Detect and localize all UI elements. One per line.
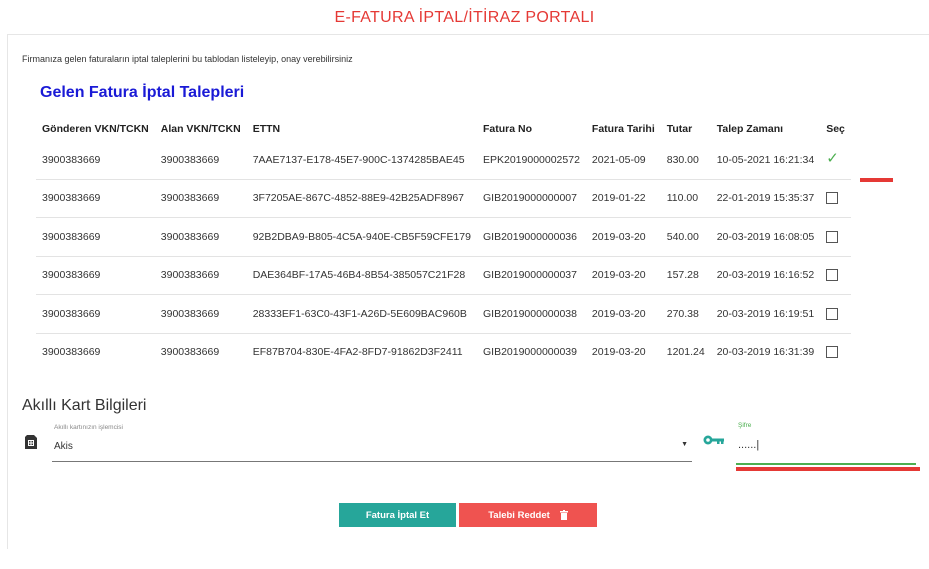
column-header: Seç xyxy=(826,123,845,135)
request-time-cell: 22-01-2019 15:35:37 xyxy=(710,178,821,218)
select-cell[interactable] xyxy=(820,178,851,218)
invoice-date-cell: 2019-01-22 xyxy=(585,178,661,218)
requests-table: Gönderen VKN/TCKN Alan VKN/TCKN ETTN Fat… xyxy=(36,117,851,371)
checkbox-icon[interactable] xyxy=(826,230,839,243)
ettn-cell: EF87B704-830E-4FA2-8FD7-91862D3F2411 xyxy=(246,332,477,371)
column-header: Fatura No xyxy=(482,123,532,135)
chevron-down-icon: ▼ xyxy=(681,441,688,448)
request-time-cell: 20-03-2019 16:08:05 xyxy=(710,217,821,256)
password-field[interactable]: Şifre ......| xyxy=(736,421,916,465)
amount-cell: 110.00 xyxy=(660,178,711,218)
password-label: Şifre xyxy=(738,422,752,429)
cancel-invoice-button[interactable]: Fatura İptal Et xyxy=(339,503,456,527)
invoice-date-cell: 2019-03-20 xyxy=(585,332,661,371)
invoice-no-cell: GIB2019000000036 xyxy=(476,217,586,256)
amount-cell: 1201.24 xyxy=(660,332,711,371)
processor-select[interactable]: Akıllı kartınızın işlemcisi Akis ▼ xyxy=(52,421,692,462)
select-cell[interactable] xyxy=(820,332,851,371)
key-icon xyxy=(703,435,724,445)
intro-text: Firmanıza gelen faturaların iptal talepl… xyxy=(22,54,353,64)
checkbox-icon[interactable] xyxy=(826,307,839,320)
trash-icon xyxy=(559,510,568,520)
table-row[interactable]: 3900383669 3900383669 3F7205AE-867C-4852-8… xyxy=(36,178,851,218)
select-cell[interactable] xyxy=(820,217,851,256)
receiver-vkn-cell: 3900383669 xyxy=(154,255,247,295)
section-title: Gelen Fatura İptal Talepleri xyxy=(40,84,245,101)
ettn-cell: 28333EF1-63C0-43F1-A26D-5E609BAC960B xyxy=(246,294,477,333)
request-time-cell: 20-03-2019 16:19:51 xyxy=(710,294,821,333)
table-row[interactable]: 3900383669 3900383669 7AAE7137-E178-45E7-9… xyxy=(36,141,851,179)
cancel-invoice-label: Fatura İptal Et xyxy=(365,509,430,521)
password-input[interactable]: ......| xyxy=(738,439,759,451)
amount-cell: 830.00 xyxy=(666,153,699,166)
table-row[interactable]: 3900383669 3900383669 28333EF1-63C0-43F1-A… xyxy=(36,294,851,333)
invoice-no-cell: GIB2019000000039 xyxy=(476,332,586,371)
select-cell[interactable] xyxy=(820,255,851,295)
receiver-vkn-cell: 3900383669 xyxy=(154,217,247,256)
sender-vkn-cell: 3900383669 xyxy=(36,294,155,333)
checkbox-icon[interactable] xyxy=(826,192,839,205)
highlight-underline-select xyxy=(860,178,893,182)
processor-value: Akis xyxy=(54,441,73,452)
receiver-vkn-cell: 3900383669 xyxy=(160,153,220,166)
reject-request-button[interactable]: Talebi Reddet xyxy=(459,503,597,527)
table-row[interactable]: 3900383669 3900383669 EF87B704-830E-4FA2-8… xyxy=(36,332,851,371)
ettn-cell: 3F7205AE-867C-4852-88E9-42B25ADF8967 xyxy=(246,178,477,218)
sender-vkn-cell: 3900383669 xyxy=(36,217,155,256)
column-header: ETTN xyxy=(252,123,281,135)
receiver-vkn-cell: 3900383669 xyxy=(154,332,247,371)
amount-cell: 270.38 xyxy=(660,294,711,333)
table-row[interactable]: 3900383669 3900383669 DAE364BF-17A5-46B4-8… xyxy=(36,255,851,295)
invoice-no-cell: GIB2019000000007 xyxy=(476,178,586,218)
amount-cell: 157.28 xyxy=(660,255,711,295)
sender-vkn-cell: 3900383669 xyxy=(36,178,155,218)
sender-vkn-cell: 3900383669 xyxy=(36,255,155,295)
column-header: Fatura Tarihi xyxy=(591,123,655,135)
invoice-no-cell: EPK2019000002572 xyxy=(482,153,580,166)
checkmark-icon[interactable]: ✓ xyxy=(826,150,839,167)
column-header: Alan VKN/TCKN xyxy=(160,123,241,135)
table-row[interactable]: 3900383669 3900383669 92B2DBA9-B805-4C5A-9… xyxy=(36,217,851,256)
invoice-date-cell: 2019-03-20 xyxy=(585,294,661,333)
receiver-vkn-cell: 3900383669 xyxy=(154,178,247,218)
sender-vkn-cell: 3900383669 xyxy=(36,332,155,371)
receiver-vkn-cell: 3900383669 xyxy=(154,294,247,333)
invoice-no-cell: GIB2019000000038 xyxy=(476,294,586,333)
highlight-underline-password xyxy=(736,467,920,471)
ettn-cell: 7AAE7137-E178-45E7-900C-1374285BAE45 xyxy=(252,153,465,166)
select-cell[interactable]: ✓ xyxy=(820,141,851,179)
column-header: Talep Zamanı xyxy=(716,123,784,135)
checkbox-icon[interactable] xyxy=(826,269,839,282)
invoice-no-cell: GIB2019000000037 xyxy=(476,255,586,295)
invoice-date-cell: 2019-03-20 xyxy=(585,255,661,295)
column-header: Gönderen VKN/TCKN xyxy=(42,123,149,135)
portal-title: E-FATURA İPTAL/İTİRAZ PORTALI xyxy=(334,9,595,26)
invoice-date-cell: 2021-05-09 xyxy=(591,153,646,166)
ettn-cell: DAE364BF-17A5-46B4-8B54-385057C21F28 xyxy=(246,255,477,295)
processor-label: Akıllı kartınızın işlemcisi xyxy=(54,424,123,431)
amount-cell: 540.00 xyxy=(660,217,711,256)
request-time-cell: 10-05-2021 16:21:34 xyxy=(716,153,815,166)
reject-request-label: Talebi Reddet xyxy=(488,509,550,521)
request-time-cell: 20-03-2019 16:31:39 xyxy=(710,332,821,371)
select-cell[interactable] xyxy=(820,294,851,333)
ettn-cell: 92B2DBA9-B805-4C5A-940E-CB5F59CFE179 xyxy=(246,217,477,256)
request-time-cell: 20-03-2019 16:16:52 xyxy=(710,255,821,295)
invoice-date-cell: 2019-03-20 xyxy=(585,217,661,256)
table-header-row: Gönderen VKN/TCKN Alan VKN/TCKN ETTN Fat… xyxy=(36,117,851,141)
checkbox-icon[interactable] xyxy=(826,346,839,359)
column-header: Tutar xyxy=(666,123,693,135)
sim-card-icon xyxy=(25,435,37,449)
smart-card-title: Akıllı Kart Bilgileri xyxy=(22,397,147,414)
sender-vkn-cell: 3900383669 xyxy=(42,153,101,166)
